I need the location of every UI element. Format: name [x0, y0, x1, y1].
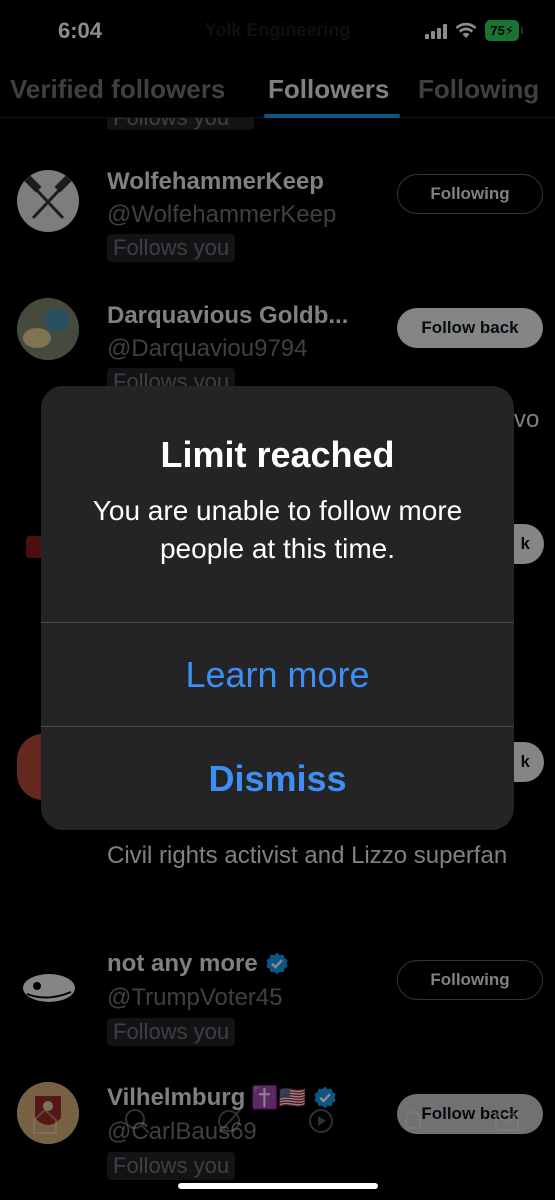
- alert-message: You are unable to follow more people at …: [92, 495, 463, 564]
- alert-title: Limit reached: [160, 434, 395, 475]
- home-indicator[interactable]: [178, 1183, 378, 1189]
- learn-more-button[interactable]: Learn more: [41, 623, 514, 727]
- dismiss-button[interactable]: Dismiss: [41, 727, 514, 831]
